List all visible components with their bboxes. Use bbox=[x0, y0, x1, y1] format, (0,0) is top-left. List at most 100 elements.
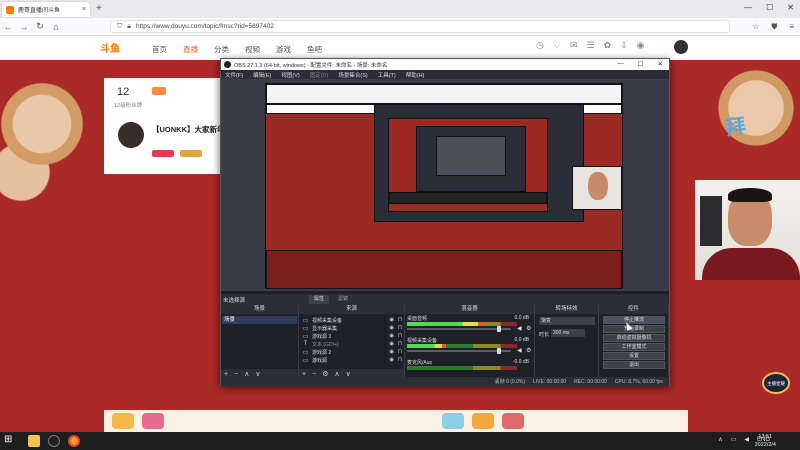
minimize-icon[interactable]: — bbox=[617, 60, 624, 68]
menu-view[interactable]: 视图(V) bbox=[281, 71, 299, 79]
source-row[interactable]: ▭ 游戏源 ◉ ⊓ bbox=[300, 356, 404, 364]
menu-docks[interactable]: 固定(D) bbox=[310, 71, 329, 79]
lock-icon[interactable]: ⊓ bbox=[398, 333, 402, 339]
gear-icon[interactable]: ⚙ bbox=[526, 347, 531, 354]
bookmark-star-icon[interactable]: ☆ bbox=[752, 22, 759, 32]
transition-select[interactable]: 渐变 bbox=[539, 317, 595, 325]
gift-icon[interactable]: ✿ bbox=[604, 40, 612, 51]
source-row[interactable]: ▭ 游戏源 2 ◉ ⊓ bbox=[300, 348, 404, 356]
extensions-icon[interactable]: ⛊ bbox=[771, 22, 777, 32]
lock-icon[interactable]: ⊓ bbox=[398, 341, 402, 347]
browser-tab[interactable]: 鹿哥直播间斗鱼 × bbox=[2, 2, 90, 17]
close-icon[interactable]: ✕ bbox=[658, 60, 663, 68]
lock-icon[interactable]: ⊓ bbox=[398, 317, 402, 323]
source-row[interactable]: T 文本 (GDI+) ◉ ⊓ bbox=[300, 340, 404, 348]
windows-start-icon[interactable]: ⊞ bbox=[4, 434, 16, 446]
streamer-avatar[interactable] bbox=[118, 122, 144, 148]
site-nav-video[interactable]: 视频 bbox=[245, 44, 260, 55]
home-icon[interactable]: ⌂ bbox=[48, 22, 64, 32]
studio-mode-button[interactable]: 工作室模式 bbox=[603, 343, 665, 351]
visibility-eye-icon[interactable]: ◉ bbox=[389, 341, 394, 347]
browser-tab-bar: 鹿哥直播间斗鱼 × + — ☐ ✕ bbox=[0, 0, 800, 18]
gift-icon[interactable] bbox=[142, 413, 164, 429]
volume-slider-handle[interactable] bbox=[496, 326, 501, 332]
menu-icon[interactable]: ≡ bbox=[789, 22, 794, 32]
source-row[interactable]: ▭ 游戏源 3 ◉ ⊓ bbox=[300, 332, 404, 340]
lock-icon[interactable]: ⊓ bbox=[398, 349, 402, 355]
live-badge-text: 主播星耀 bbox=[767, 381, 785, 386]
start-virtual-camera-button[interactable]: 启动虚拟摄像机 bbox=[603, 334, 665, 342]
visibility-eye-icon[interactable]: ◉ bbox=[389, 357, 394, 363]
back-icon[interactable]: ← bbox=[0, 22, 16, 32]
volume-icon[interactable]: ◀ bbox=[744, 436, 749, 443]
speaker-icon[interactable]: ◀ bbox=[517, 347, 522, 354]
visibility-eye-icon[interactable]: ◉ bbox=[389, 333, 394, 339]
message-icon[interactable]: ✉ bbox=[570, 40, 578, 51]
site-nav-game[interactable]: 游戏 bbox=[276, 44, 291, 55]
url-text: https://www.douyu.com/topic/fmsc?rid=589… bbox=[135, 23, 274, 30]
preview-canvas[interactable] bbox=[265, 83, 623, 289]
volume-slider-track[interactable] bbox=[407, 328, 511, 330]
menu-tools[interactable]: 工具(T) bbox=[378, 71, 396, 79]
settings-button[interactable]: 设置 bbox=[603, 352, 665, 360]
live-start-icon[interactable]: ◉ bbox=[637, 40, 645, 51]
visibility-eye-icon[interactable]: ◉ bbox=[389, 317, 394, 323]
task-icon[interactable]: ☰ bbox=[586, 40, 594, 51]
window-icon: ▭ bbox=[302, 357, 309, 364]
gift-icon[interactable] bbox=[112, 413, 134, 429]
menu-file[interactable]: 文件(F) bbox=[225, 71, 243, 79]
maximize-icon[interactable]: ☐ bbox=[766, 3, 773, 12]
obs-status-bar: 丢帧 0 (0.0%) LIVE: 00:00:00 REC: 00:00:00… bbox=[221, 377, 669, 386]
obs-taskbar-icon[interactable] bbox=[48, 435, 60, 447]
close-icon[interactable]: ✕ bbox=[787, 3, 794, 12]
gift-icon[interactable] bbox=[472, 413, 494, 429]
tab-close-icon[interactable]: × bbox=[82, 6, 86, 13]
site-nav-fishbar[interactable]: 鱼吧 bbox=[307, 44, 322, 55]
visibility-eye-icon[interactable]: ◉ bbox=[389, 325, 394, 331]
taskbar-clock[interactable]: 13:51 2022/2/4 bbox=[755, 433, 776, 449]
start-recording-button[interactable]: 开始录制 bbox=[603, 325, 665, 333]
source-row[interactable]: ▭ 显示器采集 ◉ ⊓ bbox=[300, 324, 404, 332]
url-bar[interactable]: ⛉ 🔒︎ https://www.douyu.com/topic/fmsc?ri… bbox=[110, 20, 730, 33]
menu-scene-collection[interactable]: 场景集合(S) bbox=[338, 71, 367, 79]
visibility-eye-icon[interactable]: ◉ bbox=[389, 349, 394, 355]
new-tab-button[interactable]: + bbox=[96, 3, 102, 14]
source-row[interactable]: ▭ 视频采集设备 ◉ ⊓ bbox=[300, 316, 404, 324]
menu-help[interactable]: 帮助(H) bbox=[406, 71, 425, 79]
site-nav-live[interactable]: 直播 bbox=[183, 44, 198, 55]
volume-slider-track[interactable] bbox=[407, 350, 511, 352]
maximize-icon[interactable]: ☐ bbox=[638, 60, 644, 68]
forward-icon[interactable]: → bbox=[16, 22, 32, 32]
site-nav-category[interactable]: 分类 bbox=[214, 44, 229, 55]
download-icon[interactable]: ⇩ bbox=[620, 40, 628, 51]
reload-icon[interactable]: ↻ bbox=[32, 21, 48, 32]
scene-item[interactable]: 场景 bbox=[222, 316, 297, 324]
network-icon[interactable]: ▭ bbox=[731, 436, 737, 443]
speaker-icon[interactable]: ◀ bbox=[517, 325, 522, 332]
properties-button[interactable]: 属性 bbox=[309, 295, 329, 304]
room-tag[interactable] bbox=[152, 150, 174, 157]
duration-input[interactable]: 300 ms bbox=[551, 329, 585, 337]
gear-icon[interactable]: ⚙ bbox=[526, 325, 531, 332]
lock-icon[interactable]: ⊓ bbox=[398, 325, 402, 331]
room-tag[interactable] bbox=[180, 150, 202, 157]
user-avatar[interactable] bbox=[674, 40, 688, 54]
site-nav-home[interactable]: 首页 bbox=[152, 44, 167, 55]
volume-slider-handle[interactable] bbox=[496, 348, 501, 354]
obs-preview-area[interactable] bbox=[221, 79, 669, 291]
gift-icon[interactable] bbox=[442, 413, 464, 429]
tray-chevron-icon[interactable]: ∧ bbox=[718, 436, 722, 443]
filters-button[interactable]: 滤镜 bbox=[333, 295, 353, 304]
file-explorer-icon[interactable] bbox=[28, 435, 40, 447]
lock-icon[interactable]: ⊓ bbox=[398, 357, 402, 363]
gift-icon[interactable] bbox=[502, 413, 524, 429]
exit-button[interactable]: 退出 bbox=[603, 361, 665, 369]
stop-streaming-button[interactable]: 停止推流 bbox=[603, 316, 665, 324]
firefox-icon[interactable] bbox=[68, 435, 80, 447]
site-logo[interactable]: 斗鱼 bbox=[100, 40, 120, 55]
history-icon[interactable]: ◷ bbox=[536, 40, 544, 51]
cpu-fps: CPU: 8.7%, 60.00 fps bbox=[614, 378, 663, 385]
minimize-icon[interactable]: — bbox=[744, 3, 752, 12]
follow-icon[interactable]: ♡ bbox=[553, 40, 561, 51]
menu-edit[interactable]: 编辑(E) bbox=[253, 71, 271, 79]
